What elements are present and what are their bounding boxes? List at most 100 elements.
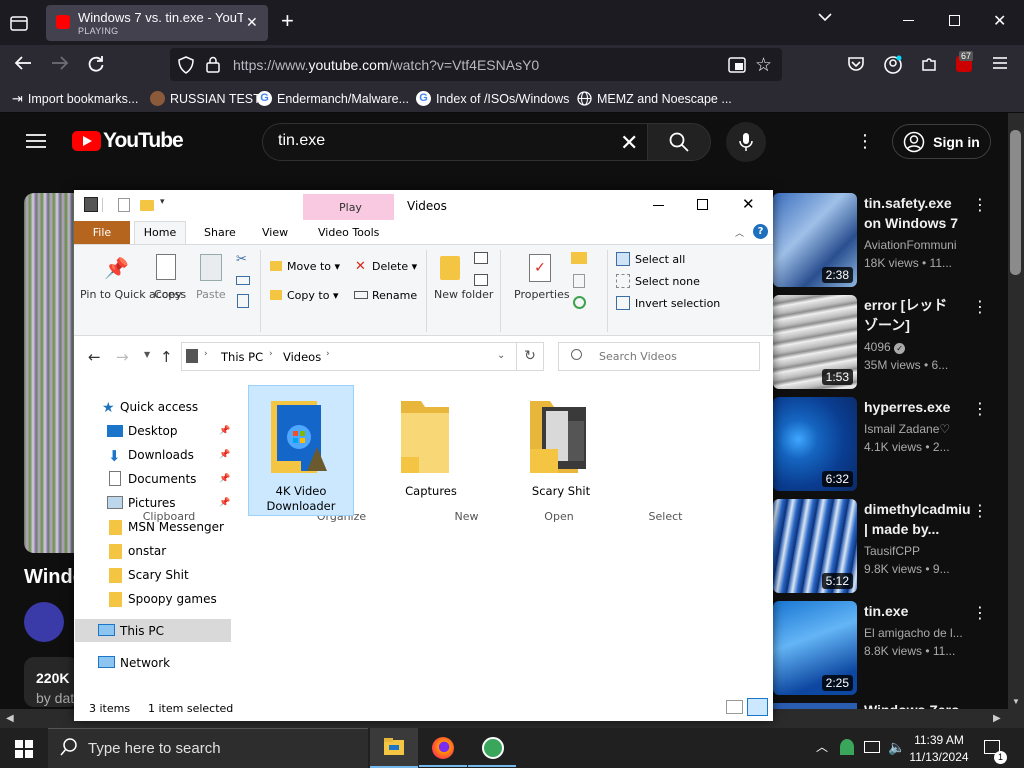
show-hidden-icons-icon[interactable]: ︿ [816,738,828,755]
youtube-logo-text[interactable]: YouTube [103,129,184,153]
video-actions-kebab-icon[interactable]: ⋮ [972,297,988,317]
pin-to-quick-access-button[interactable]: Pin to Quick access [80,288,186,301]
bookmark-endermanch[interactable]: G Endermanch/Malware... [257,91,409,106]
browser-tab-active[interactable]: Windows 7 vs. tin.exe - YouTube PLAYING … [46,5,268,41]
rename-button[interactable]: Rename [372,289,417,302]
bookmark-memz[interactable]: MEMZ and Noescape ... [577,91,732,106]
breadcrumb-separator-icon[interactable]: › [269,349,273,359]
windows-start-icon[interactable] [15,740,33,758]
taskbar-file-explorer[interactable] [370,728,418,768]
video-thumbnail[interactable]: 2:25 [773,601,857,695]
video-channel[interactable]: 4096 ✓ [864,338,906,356]
pinned-icon[interactable]: 📌 [219,498,230,508]
nav-item-scary-shit[interactable]: Scary Shit [128,568,189,582]
settings-kebab-icon[interactable]: ⋮ [856,131,874,152]
nav-item-network[interactable]: Network [120,656,170,670]
nav-item-msn-messenger[interactable]: MSN Messenger [128,520,224,534]
reload-icon[interactable] [87,55,105,73]
context-tab-play[interactable]: Play [339,201,362,214]
video-thumbnail[interactable]: 6:32 [773,397,857,491]
nav-quick-access[interactable]: Quick access [120,400,198,414]
forward-icon[interactable]: → [116,348,129,366]
recent-locations-icon[interactable]: ▼ [144,350,150,359]
video-thumbnail[interactable]: 5:12 [773,499,857,593]
nav-item-desktop[interactable]: Desktop [128,424,178,438]
forward-arrow-icon[interactable] [51,55,69,71]
maximize-icon[interactable] [697,199,708,210]
pinned-icon[interactable]: 📌 [219,450,230,460]
nav-item-pictures[interactable]: Pictures [128,496,176,510]
pinned-icon[interactable]: 📌 [219,426,230,436]
voice-search-button[interactable] [726,122,766,162]
video-actions-kebab-icon[interactable]: ⋮ [972,399,988,419]
bookmark-isos[interactable]: G Index of /ISOs/Windows [416,91,569,106]
clear-search-icon[interactable]: ✕ [620,130,638,156]
guide-menu-icon[interactable] [26,133,46,149]
details-view-icon[interactable] [726,700,743,714]
video-channel[interactable]: El amigacho de l... [864,624,963,642]
copy-button[interactable]: Copy [154,288,182,301]
ribbon-tab-share[interactable]: Share [204,226,236,239]
video-channel[interactable]: TausifCPP [864,542,920,560]
paste-button[interactable]: Paste [196,288,226,301]
breadcrumb-this-pc[interactable]: This PC [221,350,263,364]
list-tabs-chevron-icon[interactable] [818,12,832,22]
paste-shortcut-icon[interactable] [237,294,249,308]
new-item-icon[interactable] [474,252,488,264]
extensions-puzzle-icon[interactable] [920,55,938,73]
network-tray-icon[interactable] [864,741,880,753]
volume-icon[interactable]: 🔈 [888,739,905,756]
video-channel[interactable]: AviationFommuni [864,236,956,254]
back-icon[interactable]: ← [88,348,101,366]
pocket-icon[interactable] [847,56,865,72]
picture-in-picture-icon[interactable] [728,57,746,73]
open-icon[interactable] [571,252,587,264]
new-folder-button[interactable]: New folder [434,288,493,301]
nav-item-onstar[interactable]: onstar [128,544,166,558]
delete-button[interactable]: Delete ▾ [372,260,417,273]
account-icon[interactable] [883,55,903,75]
video-thumbnail[interactable]: 1:53 [773,295,857,389]
properties-button[interactable]: Properties [514,288,570,301]
minimize-icon[interactable] [653,205,664,206]
video-title[interactable]: Windows Zero [864,702,960,709]
close-icon[interactable]: ✕ [742,195,755,213]
ribbon-tab-file[interactable]: File [74,221,130,244]
pinned-icon[interactable]: 📌 [219,474,230,484]
address-dropdown-icon[interactable]: ⌄ [497,350,505,361]
ribbon-tab-video-tools[interactable]: Video Tools [318,226,379,239]
help-icon[interactable]: ? [753,224,768,239]
easy-access-icon[interactable] [474,274,488,286]
properties-qat-icon[interactable] [118,198,130,212]
youtube-search-button[interactable] [647,123,711,161]
nav-item-spoopy-games[interactable]: Spoopy games [128,592,217,606]
ribbon-tab-home[interactable]: Home [134,221,186,245]
close-window-icon[interactable]: ✕ [993,11,1006,31]
page-scrollbar-thumb[interactable] [1010,130,1021,275]
video-actions-kebab-icon[interactable]: ⋮ [972,603,988,623]
url-text[interactable]: https://www.youtube.com/watch?v=Vtf4ESNA… [233,57,539,73]
bookmark-star-icon[interactable]: ☆ [755,54,772,77]
up-icon[interactable]: ↑ [160,348,173,366]
scroll-left-icon[interactable]: ◀ [6,713,14,724]
nav-item-downloads[interactable]: Downloads [128,448,194,462]
edit-icon[interactable] [573,274,585,288]
ribbon-tab-view[interactable]: View [262,226,288,239]
copy-to-button[interactable]: Copy to ▾ [287,289,338,302]
scroll-down-icon[interactable]: ▼ [1012,697,1020,706]
video-channel[interactable]: Ismail Zadane♡ [864,420,950,438]
select-none-button[interactable]: Select none [635,275,700,288]
taskbar-firefox-icon[interactable] [432,737,454,759]
menu-hamburger-icon[interactable] [992,56,1008,70]
history-icon[interactable] [573,296,586,309]
video-actions-kebab-icon[interactable]: ⋮ [972,195,988,215]
invert-selection-button[interactable]: Invert selection [635,297,720,310]
move-to-button[interactable]: Move to ▾ [287,260,340,273]
refresh-icon[interactable]: ↻ [516,342,544,371]
breadcrumb-separator-icon[interactable]: › [326,349,330,359]
tab-overview-icon[interactable] [8,12,30,34]
cut-icon[interactable]: ✂ [236,252,247,267]
close-tab-icon[interactable]: ✕ [246,14,258,31]
tracking-shield-icon[interactable] [178,56,194,74]
customize-qat-icon[interactable]: ▾ [160,197,165,207]
